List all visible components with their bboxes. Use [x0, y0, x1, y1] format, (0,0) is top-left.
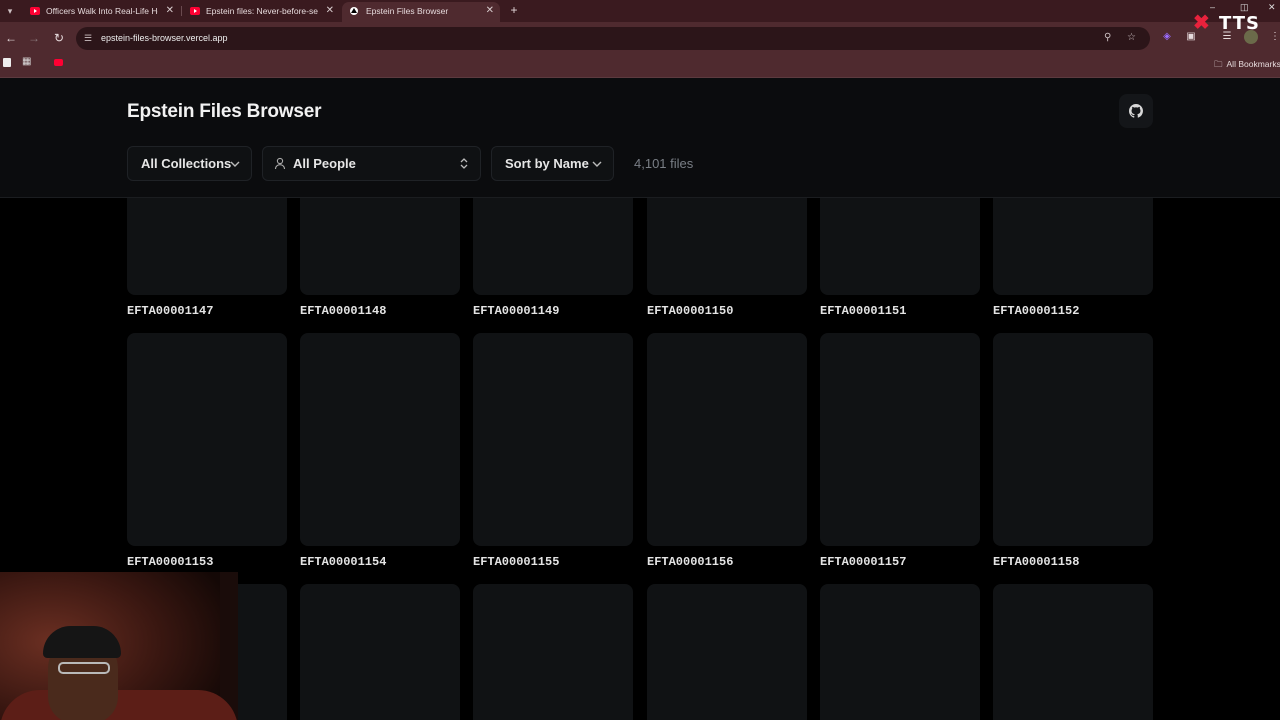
bookmark-star-icon[interactable]: ☆	[1127, 32, 1136, 44]
all-bookmarks-button[interactable]: 🗀 All Bookmarks	[1214, 55, 1280, 73]
file-thumbnail[interactable]	[993, 333, 1153, 546]
webcam-person-glasses	[58, 662, 110, 674]
forward-icon[interactable]: →	[26, 30, 42, 46]
file-thumbnail[interactable]	[473, 584, 633, 720]
file-count: 4,101 files	[634, 156, 694, 171]
chevron-up-down-icon	[460, 158, 468, 169]
tts-overlay-logo: ✖ TTS	[1193, 12, 1263, 34]
apps-grid-icon[interactable]: ▦	[22, 57, 32, 67]
github-icon	[1129, 104, 1143, 118]
file-name[interactable]: EFTA00001157	[820, 555, 906, 569]
chevron-down-icon	[592, 161, 602, 167]
tab-search-icon[interactable]: ▾	[2, 3, 18, 19]
file-thumbnail[interactable]	[647, 198, 807, 295]
file-name[interactable]: EFTA00001153	[127, 555, 213, 569]
close-icon[interactable]: ✕	[166, 2, 174, 20]
vercel-icon	[350, 7, 358, 15]
file-name[interactable]: EFTA00001156	[647, 555, 733, 569]
collections-label: All Collections	[141, 156, 232, 171]
sort-dropdown[interactable]: Sort by Name	[491, 146, 614, 181]
people-dropdown[interactable]: All People	[262, 146, 481, 181]
person-icon	[274, 157, 286, 170]
file-name[interactable]: EFTA00001154	[300, 555, 386, 569]
zoom-icon[interactable]: ⚲	[1104, 32, 1111, 44]
youtube-bookmark-icon[interactable]	[54, 59, 63, 66]
bookmarks-bar	[0, 54, 1280, 78]
tts-logo-text: TTS	[1219, 13, 1260, 34]
file-name[interactable]: EFTA00001158	[993, 555, 1079, 569]
file-thumbnail[interactable]	[127, 333, 287, 546]
youtube-icon	[30, 7, 40, 15]
extension-icon[interactable]: ◈	[1160, 30, 1174, 44]
file-name[interactable]: EFTA00001151	[820, 304, 906, 318]
file-name[interactable]: EFTA00001149	[473, 304, 559, 318]
file-thumbnail[interactable]	[820, 333, 980, 546]
back-icon[interactable]: ←	[3, 30, 19, 46]
file-name[interactable]: EFTA00001152	[993, 304, 1079, 318]
file-thumbnail[interactable]	[300, 198, 460, 295]
minimize-icon[interactable]: –	[1210, 2, 1215, 12]
file-thumbnail[interactable]	[127, 198, 287, 295]
file-thumbnail[interactable]	[647, 333, 807, 546]
file-thumbnail[interactable]	[300, 333, 460, 546]
people-label: All People	[293, 156, 356, 171]
webcam-overlay	[0, 572, 238, 720]
all-bookmarks-label: All Bookmarks	[1226, 59, 1280, 69]
address-bar[interactable]: ☰ epstein-files-browser.vercel.app ⚲ ☆	[76, 27, 1150, 50]
tab-title: Epstein files: Never-before-see	[206, 6, 318, 16]
url-text: epstein-files-browser.vercel.app	[101, 33, 228, 43]
close-icon[interactable]: ✕	[326, 2, 334, 20]
sort-label: Sort by Name	[505, 156, 589, 171]
file-thumbnail[interactable]	[647, 584, 807, 720]
webcam-person-body	[0, 690, 238, 720]
menu-icon[interactable]: ⋮	[1268, 30, 1280, 44]
chevron-down-icon	[230, 161, 240, 167]
new-tab-button[interactable]: +	[507, 2, 521, 18]
file-thumbnail[interactable]	[993, 584, 1153, 720]
file-name[interactable]: EFTA00001147	[127, 304, 213, 318]
youtube-icon	[190, 7, 200, 15]
site-info-icon[interactable]: ☰	[84, 32, 96, 44]
file-name[interactable]: EFTA00001155	[473, 555, 559, 569]
file-thumbnail[interactable]	[473, 333, 633, 546]
bookmark-page-icon[interactable]	[3, 58, 11, 67]
muted-speaker-icon: ✖	[1193, 12, 1210, 34]
webcam-person-cap	[43, 626, 121, 658]
file-name[interactable]: EFTA00001148	[300, 304, 386, 318]
folder-icon: 🗀	[1214, 59, 1223, 69]
tab-officers-video[interactable]: Officers Walk Into Real-Life Ho ✕	[22, 2, 180, 22]
file-name[interactable]: EFTA00001150	[647, 304, 733, 318]
close-window-icon[interactable]: ✕	[1268, 2, 1276, 13]
tab-epstein-files-browser[interactable]: Epstein Files Browser ✕	[342, 2, 500, 22]
tab-title: Officers Walk Into Real-Life Ho	[46, 6, 158, 16]
browser-toolbar: ← → ↻ ☰ epstein-files-browser.vercel.app…	[0, 22, 1280, 54]
collections-dropdown[interactable]: All Collections	[127, 146, 252, 181]
page-title: Epstein Files Browser	[127, 101, 322, 122]
github-button[interactable]	[1119, 94, 1153, 128]
tab-title: Epstein Files Browser	[366, 6, 449, 16]
file-thumbnail[interactable]	[820, 584, 980, 720]
file-thumbnail[interactable]	[993, 198, 1153, 295]
file-thumbnail[interactable]	[473, 198, 633, 295]
close-icon[interactable]: ✕	[486, 2, 494, 20]
file-thumbnail[interactable]	[300, 584, 460, 720]
file-thumbnail[interactable]	[820, 198, 980, 295]
tab-strip: ▾ Officers Walk Into Real-Life Ho ✕ Epst…	[0, 0, 1280, 22]
reload-icon[interactable]: ↻	[51, 30, 67, 46]
tab-epstein-video[interactable]: Epstein files: Never-before-see ✕	[182, 2, 340, 22]
